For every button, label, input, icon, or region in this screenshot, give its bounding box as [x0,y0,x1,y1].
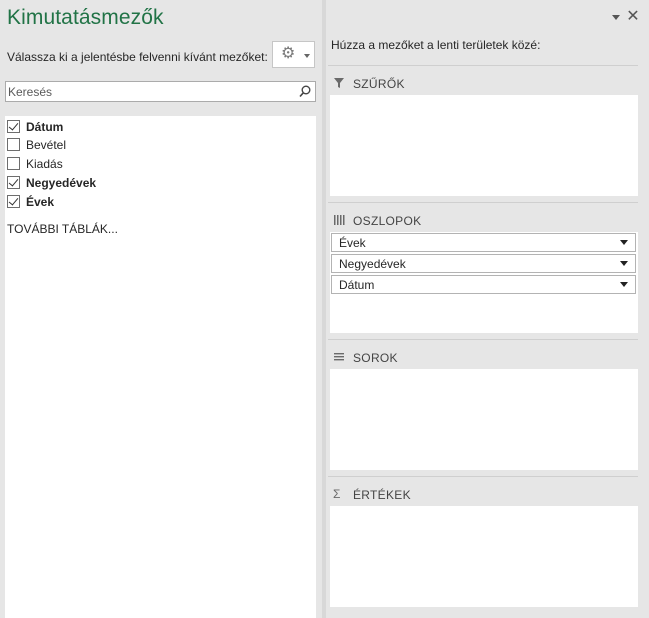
field-checkbox[interactable] [7,176,20,189]
filters-area-label: SZŰRŐK [353,77,405,91]
task-pane-options-icon[interactable] [609,10,623,24]
drag-hint: Húzza a mezőket a lenti területek közé: [331,38,541,52]
panel-title: Kimutatásmezők [7,6,164,29]
field-checkbox[interactable] [7,195,20,208]
chip-label: Negyedévek [339,257,406,271]
field-item-evek[interactable]: Évek [7,192,307,210]
dropdown-arrow-icon[interactable] [620,282,628,287]
values-area-label: ÉRTÉKEK [353,488,411,502]
column-field-chip[interactable]: Negyedévek [331,254,636,273]
field-list-prompt: Válassza ki a jelentésbe felvenni kívánt… [7,50,268,64]
tools-button[interactable]: ⚙ [272,41,315,68]
gear-icon: ⚙ [281,45,296,62]
column-field-chip[interactable]: Dátum [331,275,636,294]
field-label: Negyedévek [26,176,97,190]
search-box [5,81,316,102]
search-icon[interactable] [299,85,311,98]
sigma-icon: Σ [333,487,341,501]
field-item-datum[interactable]: Dátum [7,117,307,135]
chevron-down-icon [304,54,310,58]
pane-splitter[interactable] [322,0,326,618]
columns-icon [334,215,345,225]
chip-label: Évek [339,236,366,250]
column-field-chip[interactable]: Évek [331,233,636,252]
close-icon[interactable]: ✕ [626,9,640,25]
field-checkbox[interactable] [7,157,20,170]
field-item-bevetel[interactable]: Bevétel [7,135,307,153]
area-divider [328,65,638,66]
rows-drop-zone[interactable] [330,369,638,470]
field-label: Bevétel [26,138,67,152]
search-input[interactable] [8,83,288,100]
columns-area-label: OSZLOPOK [353,214,422,228]
rows-area-label: SOROK [353,351,398,365]
area-divider [328,202,638,203]
dropdown-arrow-icon[interactable] [620,261,628,266]
field-label: Dátum [26,120,64,134]
field-label: Évek [26,195,55,209]
field-list: Dátum Bevétel Kiadás Negyedévek Évek TOV… [5,116,316,618]
field-item-negyedevek[interactable]: Negyedévek [7,173,307,191]
field-label: Kiadás [26,157,63,171]
more-tables-link[interactable]: TOVÁBBI TÁBLÁK... [7,222,118,236]
values-drop-zone[interactable] [330,506,638,607]
filters-drop-zone[interactable] [330,95,638,196]
dropdown-arrow-icon[interactable] [620,240,628,245]
field-item-kiadas[interactable]: Kiadás [7,154,307,172]
field-checkbox[interactable] [7,120,20,133]
filter-icon [334,78,344,88]
area-divider [328,339,638,340]
rows-icon [334,353,344,361]
field-checkbox[interactable] [7,138,20,151]
chip-label: Dátum [339,278,375,292]
area-divider [328,476,638,477]
